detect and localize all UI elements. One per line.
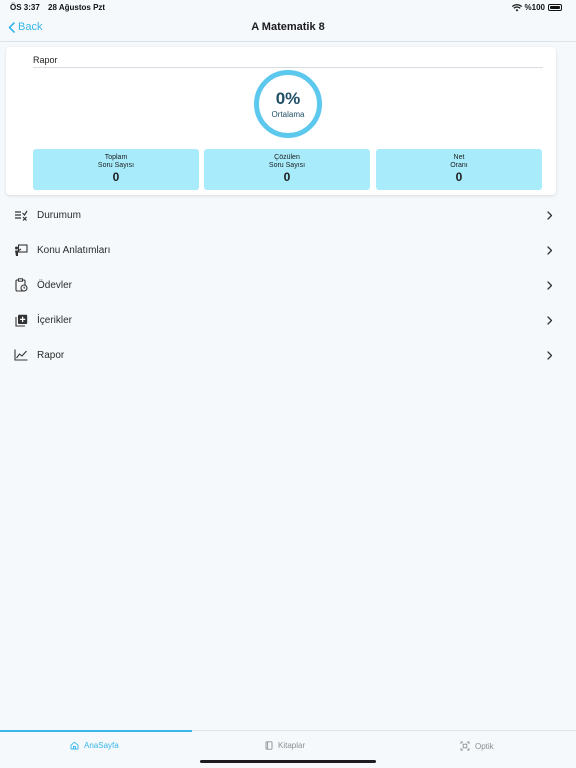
chevron-right-icon [547, 211, 553, 220]
chevron-right-icon [547, 351, 553, 360]
stat-net-ratio: Net Oranı 0 [376, 149, 542, 190]
average-percent: 0% [275, 88, 301, 108]
battery-percent: %100 [524, 3, 545, 12]
menu-item-odevler[interactable]: Ödevler [0, 268, 576, 303]
page-title: A Matematik 8 [251, 21, 325, 33]
stat-value: 0 [112, 170, 120, 184]
chevron-right-icon [547, 246, 553, 255]
navigation-bar: Back A Matematik 8 [0, 14, 576, 42]
divider [33, 67, 543, 68]
stat-value: 0 [283, 170, 291, 184]
stat-label-line1: Net [453, 154, 465, 161]
stat-label-line1: Toplam [104, 154, 128, 161]
stat-solved-questions: Çözülen Soru Sayısı 0 [204, 149, 370, 190]
status-time: ÖS 3:37 [10, 3, 40, 12]
menu-item-durumum[interactable]: Durumum [0, 198, 576, 233]
menu-item-rapor[interactable]: Rapor [0, 338, 576, 373]
tab-kitaplar[interactable]: Kitaplar [265, 741, 305, 750]
presentation-icon [14, 243, 28, 257]
status-bar: ÖS 3:37 28 Ağustos Pzt %100 [0, 0, 576, 14]
menu-label: Rapor [37, 350, 65, 361]
chevron-right-icon [547, 281, 553, 290]
content-add-icon [14, 313, 28, 327]
tab-label: Kitaplar [278, 741, 306, 750]
status-list-icon [14, 208, 28, 222]
menu-label: Ödevler [37, 280, 73, 291]
battery-icon [548, 4, 562, 11]
stat-label-line1: Çözülen [274, 154, 300, 161]
stat-total-questions: Toplam Soru Sayısı 0 [33, 149, 199, 190]
scan-icon [460, 741, 470, 751]
menu-item-icerikler[interactable]: İçerikler [0, 303, 576, 338]
tab-anasayfa[interactable]: AnaSayfa [70, 741, 119, 750]
tab-label: AnaSayfa [84, 741, 119, 750]
stat-label-line2: Soru Sayısı [97, 162, 135, 169]
menu-label: Durumum [37, 210, 81, 221]
chevron-right-icon [547, 316, 553, 325]
home-icon [70, 741, 79, 750]
line-chart-icon [14, 348, 28, 362]
homework-clipboard-icon [14, 278, 28, 292]
tab-label: Optik [475, 741, 494, 751]
active-tab-indicator [0, 730, 192, 732]
wifi-icon [511, 3, 522, 11]
average-label: Ortalama [271, 109, 305, 119]
home-indicator [200, 760, 376, 763]
menu-list: Durumum Konu Anlatımları Ödevler İçerikl… [0, 198, 576, 373]
report-card: Rapor 0% Ortalama Toplam Soru Sayısı 0 Ç… [6, 47, 556, 195]
tab-optik[interactable]: Optik [460, 741, 494, 751]
menu-label: Konu Anlatımları [37, 245, 111, 256]
report-card-title: Rapor [33, 55, 58, 65]
book-icon [265, 741, 273, 750]
status-date: 28 Ağustos Pzt [48, 3, 106, 12]
menu-label: İçerikler [37, 315, 73, 326]
stat-value: 0 [455, 170, 463, 184]
average-gauge: 0% Ortalama [254, 70, 322, 138]
stat-label-line2: Oranı [450, 162, 468, 169]
menu-item-konu-anlatimlari[interactable]: Konu Anlatımları [0, 233, 576, 268]
stat-label-line2: Soru Sayısı [268, 162, 306, 169]
